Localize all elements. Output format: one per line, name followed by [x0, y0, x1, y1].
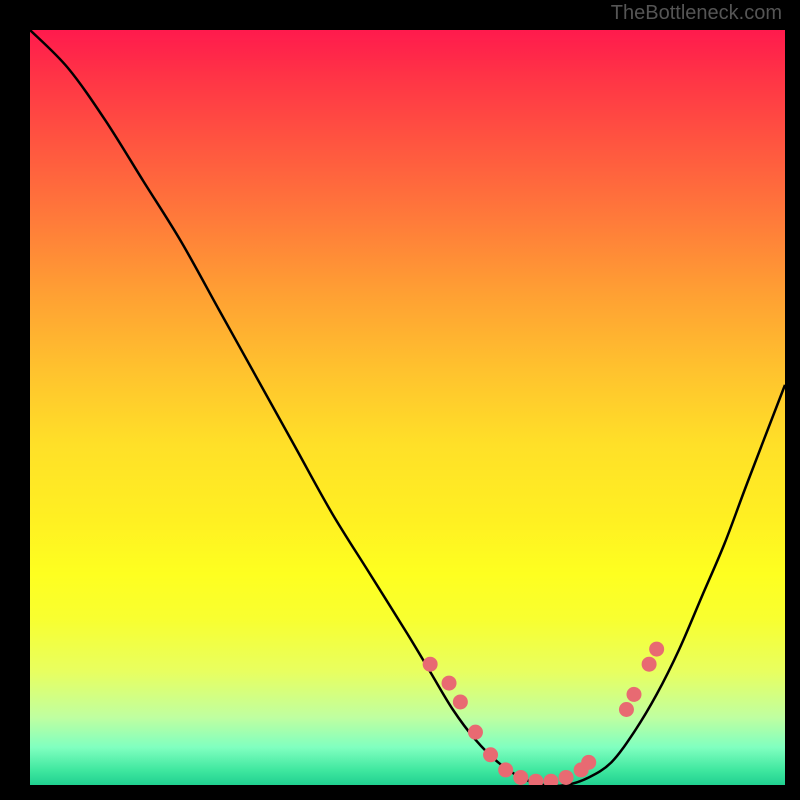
marker-dot	[498, 762, 513, 777]
marker-dot	[528, 774, 543, 785]
marker-dot	[442, 676, 457, 691]
marker-dot	[423, 657, 438, 672]
marker-dot	[627, 687, 642, 702]
marker-dot	[619, 702, 634, 717]
marker-dot	[468, 725, 483, 740]
plot-area	[30, 30, 785, 785]
marker-dot	[453, 694, 468, 709]
marker-dot	[642, 657, 657, 672]
marker-dot	[513, 770, 528, 785]
marker-dot	[543, 774, 558, 785]
marker-dot	[649, 642, 664, 657]
curve-svg	[30, 30, 785, 785]
marker-dot	[483, 747, 498, 762]
marker-dot	[559, 770, 574, 785]
bottleneck-curve	[30, 30, 785, 785]
watermark-text: TheBottleneck.com	[611, 2, 782, 25]
marker-dot	[581, 755, 596, 770]
marker-group	[423, 642, 665, 785]
